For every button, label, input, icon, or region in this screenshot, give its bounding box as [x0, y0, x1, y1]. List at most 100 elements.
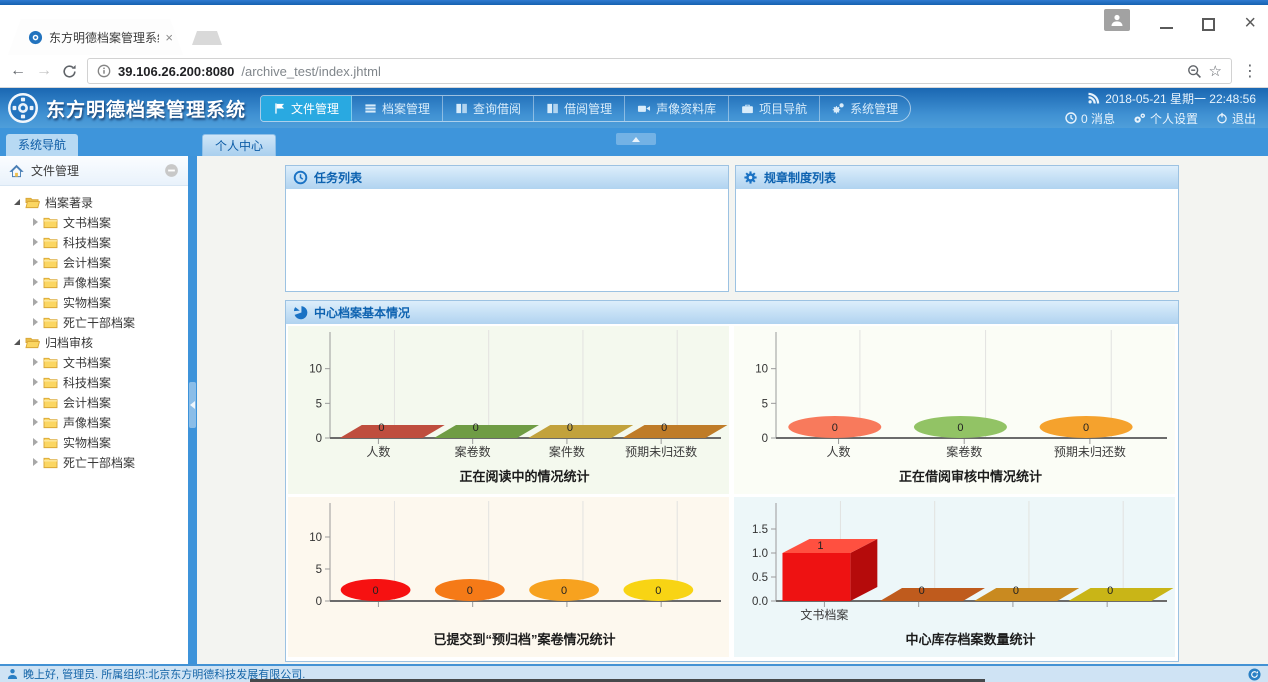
folder-open-icon	[25, 196, 40, 209]
tree-item-1-5[interactable]: 死亡干部档案	[0, 452, 188, 472]
tree-expander-icon[interactable]	[33, 458, 38, 466]
tree-item-0-4[interactable]: 实物档案	[0, 292, 188, 312]
collapse-tree-icon[interactable]	[164, 163, 179, 178]
logout-link[interactable]: 退出	[1216, 110, 1256, 127]
menu-item-label: 借阅管理	[564, 100, 612, 117]
tree-item-0-3[interactable]: 声像档案	[0, 272, 188, 292]
menu-system[interactable]: 系统管理	[820, 96, 910, 121]
minimize-button[interactable]	[1160, 27, 1173, 29]
menu-item-label: 项目导航	[759, 100, 807, 117]
svg-text:0: 0	[316, 433, 322, 445]
tree-expander-icon[interactable]	[14, 339, 20, 345]
panel-header: 规章制度列表	[736, 166, 1178, 189]
browser-menu-icon[interactable]: ⋮	[1242, 61, 1258, 81]
back-button[interactable]: ←	[10, 63, 26, 79]
forward-button[interactable]: →	[36, 63, 52, 79]
tree-expander-icon[interactable]	[33, 258, 38, 266]
tree-item-label: 实物档案	[63, 294, 111, 311]
zoom-out-icon[interactable]	[1187, 64, 1202, 79]
svg-text:0: 0	[1107, 585, 1113, 597]
menu-item-label: 系统管理	[850, 100, 898, 117]
folder-icon	[43, 356, 58, 369]
info-icon[interactable]	[97, 64, 111, 78]
tree-item-1-3[interactable]: 声像档案	[0, 412, 188, 432]
svg-text:预期未归还数: 预期未归还数	[1053, 444, 1125, 459]
tree-item-1-0[interactable]: 文书档案	[0, 352, 188, 372]
splitter-thumb[interactable]	[189, 382, 196, 428]
tab-title: 东方明德档案管理系统	[49, 29, 159, 46]
browser-tab[interactable]: 东方明德档案管理系统 ×	[8, 19, 183, 55]
app-header: 东方明德档案管理系统 文件管理档案管理查询借阅借阅管理声像资料库项目导航系统管理…	[0, 88, 1268, 128]
tree-item-label: 文书档案	[63, 354, 111, 371]
tree-item-label: 死亡干部档案	[63, 454, 135, 471]
folder-icon	[43, 216, 58, 229]
folder-open-icon	[25, 336, 40, 349]
tree-expander-icon[interactable]	[33, 318, 38, 326]
main-content: 任务列表 规章制度列表 中心档案基本情况	[197, 156, 1268, 664]
refresh-icon[interactable]	[1248, 668, 1261, 681]
bookmark-star-icon[interactable]: ☆	[1209, 62, 1222, 80]
svg-text:0: 0	[567, 422, 573, 434]
collapse-header-handle[interactable]	[616, 133, 656, 145]
tree-root-node[interactable]: 文件管理	[0, 156, 188, 186]
address-bar[interactable]: 39.106.26.200:8080 /archive_test/index.j…	[87, 58, 1232, 84]
new-tab-button[interactable]	[192, 31, 222, 45]
tree-expander-icon[interactable]	[33, 278, 38, 286]
tree-item-label: 会计档案	[63, 254, 111, 271]
tree-item-1-1[interactable]: 科技档案	[0, 372, 188, 392]
sidebar-tab-navigation[interactable]: 系统导航	[6, 134, 78, 156]
app-logo-icon	[8, 93, 38, 123]
svg-text:案卷数: 案卷数	[455, 444, 491, 459]
navigation-tree: 档案著录文书档案科技档案会计档案声像档案实物档案死亡干部档案归档审核文书档案科技…	[0, 186, 188, 664]
tree-expander-icon[interactable]	[14, 199, 20, 205]
tree-expander-icon[interactable]	[33, 438, 38, 446]
svg-text:1: 1	[817, 540, 823, 552]
tree-expander-icon[interactable]	[33, 418, 38, 426]
menu-file[interactable]: 文件管理	[261, 96, 352, 121]
tree-expander-icon[interactable]	[33, 358, 38, 366]
tree-expander-icon[interactable]	[33, 398, 38, 406]
svg-text:10: 10	[755, 364, 768, 376]
tab-personal-center[interactable]: 个人中心	[202, 134, 276, 156]
tree-item-0-5[interactable]: 死亡干部档案	[0, 312, 188, 332]
svg-text:文书档案: 文书档案	[800, 607, 848, 622]
tree-item-0-2[interactable]: 会计档案	[0, 252, 188, 272]
messages-link[interactable]: 0 消息	[1065, 110, 1115, 127]
tree-expander-icon[interactable]	[33, 238, 38, 246]
sidebar-splitter[interactable]	[188, 156, 197, 664]
tree-group-1[interactable]: 归档审核	[0, 332, 188, 352]
tree-item-0-1[interactable]: 科技档案	[0, 232, 188, 252]
tree-item-1-4[interactable]: 实物档案	[0, 432, 188, 452]
menu-av[interactable]: 声像资料库	[625, 96, 729, 121]
tree-item-0-0[interactable]: 文书档案	[0, 212, 188, 232]
folder-icon	[43, 456, 58, 469]
personal-settings-link[interactable]: 个人设置	[1133, 110, 1198, 127]
svg-text:案卷数: 案卷数	[946, 444, 982, 459]
menu-archive[interactable]: 档案管理	[352, 96, 443, 121]
menu-item-label: 档案管理	[382, 100, 430, 117]
tree-expander-icon[interactable]	[33, 218, 38, 226]
tree-item-1-2[interactable]: 会计档案	[0, 392, 188, 412]
menu-borrow[interactable]: 借阅管理	[534, 96, 625, 121]
tree-group-0[interactable]: 档案著录	[0, 192, 188, 212]
close-button[interactable]: ×	[1244, 11, 1256, 35]
tree-group-label: 归档审核	[45, 334, 93, 351]
url-host: 39.106.26.200:8080	[118, 64, 234, 79]
reload-button[interactable]	[62, 64, 77, 79]
maximize-button[interactable]	[1202, 18, 1215, 31]
home-icon	[9, 164, 24, 178]
svg-text:0: 0	[467, 585, 473, 597]
browser-profile-icon[interactable]	[1104, 9, 1130, 31]
tree-expander-icon[interactable]	[33, 298, 38, 306]
panel-title: 任务列表	[314, 169, 362, 186]
tree-item-label: 科技档案	[63, 374, 111, 391]
tab-close-icon[interactable]: ×	[165, 30, 173, 45]
menu-search[interactable]: 查询借阅	[443, 96, 534, 121]
folder-icon	[43, 436, 58, 449]
menu-project[interactable]: 项目导航	[729, 96, 820, 121]
datetime-row: 2018-05-21 星期一 22:48:56	[1088, 90, 1256, 107]
svg-text:案件数: 案件数	[549, 444, 585, 459]
tree-expander-icon[interactable]	[33, 378, 38, 386]
panel-title: 中心档案基本情况	[314, 304, 410, 321]
tree-root-label: 文件管理	[31, 162, 79, 179]
